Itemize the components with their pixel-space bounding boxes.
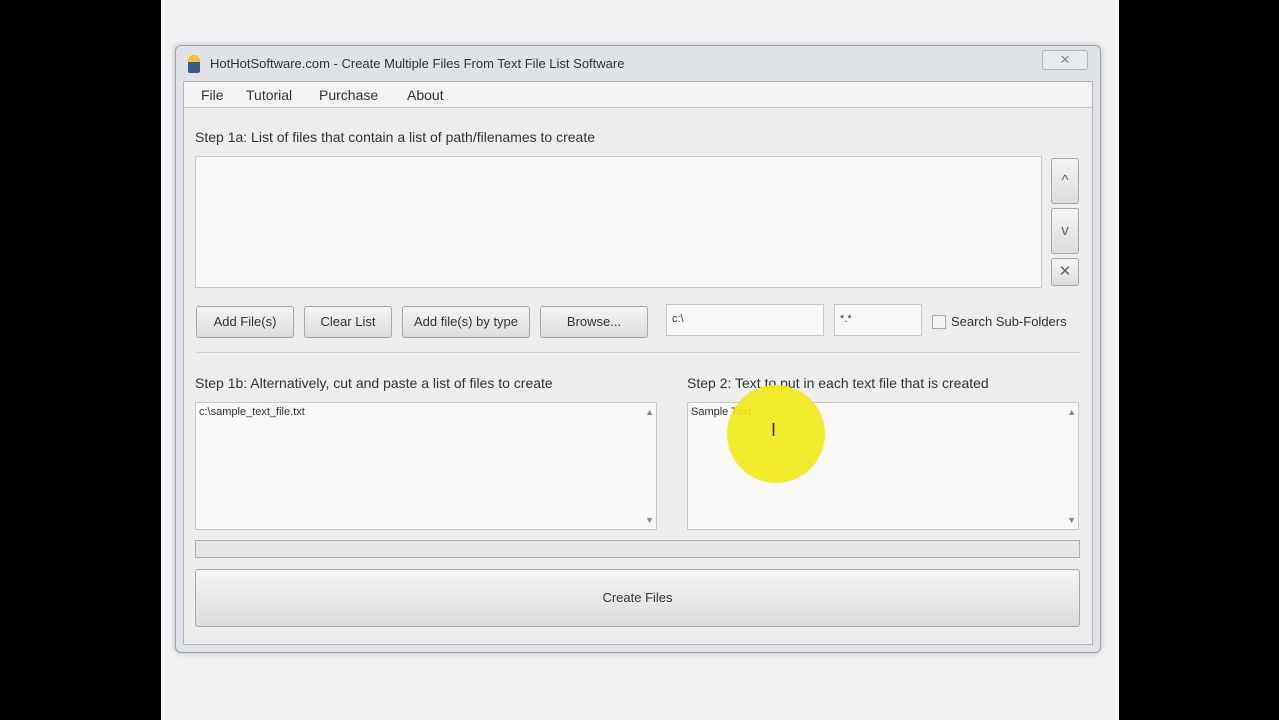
progress-bar	[195, 540, 1080, 558]
text-cursor-icon: I	[771, 420, 777, 440]
folder-value: c:\	[672, 313, 684, 325]
add-by-type-button[interactable]: Add file(s) by type	[402, 306, 530, 338]
divider	[196, 352, 1080, 353]
app-icon	[188, 55, 200, 73]
scroll-up-icon[interactable]: ▲	[645, 407, 654, 417]
file-list-box[interactable]	[195, 156, 1042, 288]
menu-about[interactable]: About	[407, 87, 444, 103]
step1a-label: Step 1a: List of files that contain a li…	[195, 129, 596, 145]
menu-purchase[interactable]: Purchase	[319, 87, 378, 103]
add-files-button[interactable]: Add File(s)	[196, 306, 294, 338]
pattern-input[interactable]: *.*	[834, 304, 922, 336]
scroll-down-icon[interactable]: ▼	[645, 515, 654, 525]
move-up-button[interactable]: ^	[1051, 158, 1079, 204]
browse-button[interactable]: Browse...	[540, 306, 648, 338]
search-subfolders-label: Search Sub-Folders	[951, 314, 1067, 329]
create-files-button[interactable]: Create Files	[195, 569, 1080, 627]
client-area: File Tutorial Purchase About Step 1a: Li…	[183, 81, 1093, 645]
folder-input[interactable]: c:\	[666, 304, 824, 336]
close-button[interactable]: ✕	[1042, 50, 1088, 70]
move-down-button[interactable]: v	[1051, 208, 1079, 254]
clear-list-button[interactable]: Clear List	[304, 306, 392, 338]
menu-bar: File Tutorial Purchase About	[184, 82, 1092, 108]
step1b-label: Step 1b: Alternatively, cut and paste a …	[195, 375, 553, 391]
search-subfolders-checkbox[interactable]	[932, 315, 946, 329]
scroll-down-icon[interactable]: ▼	[1067, 515, 1076, 525]
scroll-up-icon[interactable]: ▲	[1067, 407, 1076, 417]
step2-label: Step 2: Text to put in each text file th…	[687, 375, 989, 391]
app-window: HotHotSoftware.com - Create Multiple Fil…	[175, 45, 1101, 653]
menu-tutorial[interactable]: Tutorial	[246, 87, 292, 103]
remove-button[interactable]: ✕	[1051, 258, 1079, 286]
paste-files-textarea[interactable]: c:\sample_text_file.txt ▲ ▼	[195, 402, 657, 530]
pattern-value: *.*	[840, 313, 852, 325]
paste-files-value: c:\sample_text_file.txt	[199, 406, 305, 418]
menu-file[interactable]: File	[201, 87, 224, 103]
title-bar: HotHotSoftware.com - Create Multiple Fil…	[176, 46, 1100, 80]
window-title: HotHotSoftware.com - Create Multiple Fil…	[210, 56, 625, 71]
